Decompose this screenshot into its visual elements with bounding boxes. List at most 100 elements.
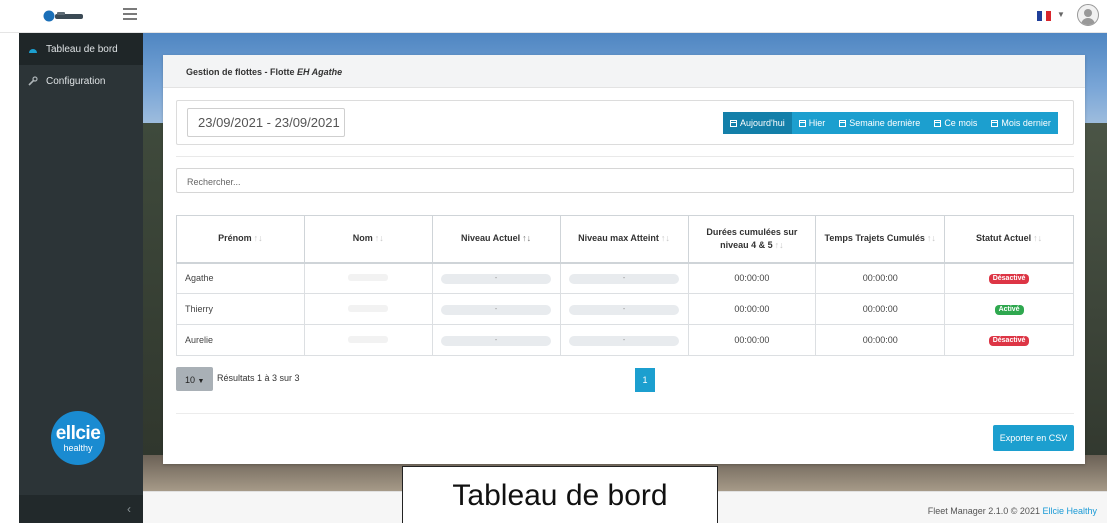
cell-niveau-actuel: - (431, 293, 561, 325)
cell-prenom: Agathe (176, 262, 305, 294)
status-badge: Désactivé (988, 274, 1030, 285)
user-avatar-icon[interactable] (1077, 4, 1099, 26)
column-header-nom[interactable]: Nom ↑↓ (303, 215, 433, 264)
caret-down-icon: ▼ (197, 378, 205, 385)
cell-nom (303, 262, 433, 294)
table-header-row: Prénom ↑↓ Nom ↑↓ Niveau Actuel ↑↓ Niveau ma… (176, 215, 1074, 264)
page-size-value: 10 (185, 375, 196, 385)
period-button-yesterday[interactable]: Hier (792, 112, 833, 134)
sort-icon[interactable]: ↑↓ (775, 240, 784, 250)
column-header-niveau-max[interactable]: Niveau max Atteint ↑↓ (559, 215, 689, 264)
logo-text: ellcie (55, 423, 101, 444)
divider (176, 413, 1074, 414)
cell-niveau-max: - (559, 262, 689, 294)
period-button-group: Aujourd'hui Hier Semaine dernière Ce moi… (723, 112, 1058, 134)
page-title: Gestion de flottes - Flotte EH Agathe (186, 67, 342, 77)
period-label: Semaine dernière (849, 118, 921, 128)
date-range-input[interactable]: 23/09/2021 - 23/09/2021 (187, 108, 345, 137)
cell-temps: 00:00:00 (815, 324, 946, 356)
app-logo-icon[interactable] (43, 9, 85, 23)
sidebar-item-dashboard[interactable]: Tableau de bord (19, 33, 143, 65)
dashboard-icon (27, 43, 39, 55)
calendar-icon (934, 119, 942, 127)
level-bar: - (441, 274, 552, 285)
level-bar: - (441, 305, 552, 315)
menu-toggle-icon[interactable] (123, 8, 137, 22)
cell-temps: 00:00:00 (815, 293, 946, 325)
fleet-card: Gestion de flottes - Flotte EH Agathe 23… (163, 55, 1085, 464)
cell-niveau-max: - (559, 324, 689, 356)
period-button-last-month[interactable]: Mois dernier (984, 112, 1058, 134)
period-button-today[interactable]: Aujourd'hui (723, 112, 792, 134)
footer-text: Fleet Manager 2.1.0 © 2021 Ellcie Health… (928, 506, 1097, 516)
cell-nom (303, 293, 433, 325)
ellcie-healthy-logo: ellcie healthy (51, 411, 105, 465)
column-label: Statut Actuel (975, 233, 1032, 244)
cell-temps: 00:00:00 (815, 262, 946, 294)
level-bar: - (441, 336, 552, 346)
cell-prenom: Thierry (176, 293, 305, 325)
table-row[interactable]: Agathe - - 00:00:00 00:00:00 Désactivé (176, 262, 1074, 294)
sort-icon[interactable]: ↑↓ (375, 233, 384, 243)
column-header-temps-trajets[interactable]: Temps Trajets Cumulés ↑↓ (815, 215, 946, 264)
column-header-niveau-actuel[interactable]: Niveau Actuel ↑↓ (431, 215, 561, 264)
period-button-this-month[interactable]: Ce mois (927, 112, 984, 134)
sidebar-item-configuration[interactable]: Configuration (19, 65, 143, 97)
wrench-icon (27, 75, 39, 87)
sidebar: Tableau de bord Configuration ellcie hea… (19, 33, 143, 523)
french-flag-icon[interactable] (1037, 11, 1052, 21)
card-header: Gestion de flottes - Flotte EH Agathe (163, 55, 1085, 88)
level-bar: - (569, 274, 680, 285)
logo-subtext: healthy (63, 443, 93, 453)
sort-icon[interactable]: ↑↓ (661, 233, 670, 243)
footer-brand-link[interactable]: Ellcie Healthy (1042, 506, 1097, 516)
cell-niveau-actuel: - (431, 262, 561, 294)
cell-niveau-actuel: - (431, 324, 561, 356)
cell-durees: 00:00:00 (687, 262, 817, 294)
column-header-statut[interactable]: Statut Actuel ↑↓ (944, 215, 1074, 264)
cell-prenom: Aurelie (176, 324, 305, 356)
column-label: Temps Trajets Cumulés (824, 233, 925, 244)
status-badge: Activé (994, 305, 1024, 315)
caption-label: Tableau de bord (402, 466, 718, 523)
footer-version: Fleet Manager 2.1.0 © 2021 (927, 506, 1040, 516)
sort-icon[interactable]: ↑↓ (927, 233, 936, 243)
table-row[interactable]: Aurelie - - 00:00:00 00:00:00 Désactivé (176, 324, 1074, 356)
cell-nom (303, 324, 433, 356)
column-label: Nom (352, 233, 373, 244)
period-button-last-week[interactable]: Semaine dernière (832, 112, 927, 134)
cell-statut: Désactivé (944, 324, 1074, 356)
page-size-select[interactable]: 10 ▼ (176, 367, 213, 391)
level-bar: - (569, 305, 680, 315)
level-bar: - (569, 336, 680, 346)
sort-icon[interactable]: ↑↓ (1033, 233, 1042, 243)
page-button-1[interactable]: 1 (635, 368, 655, 392)
period-label: Ce mois (944, 118, 978, 128)
sidebar-collapse-button[interactable]: ‹ (19, 495, 143, 523)
date-filter-panel: 23/09/2021 - 23/09/2021 Aujourd'hui Hier… (176, 100, 1074, 145)
column-label: Niveau Actuel (460, 233, 521, 244)
sidebar-item-label: Configuration (46, 75, 106, 87)
sort-icon[interactable]: ↑↓ (254, 233, 263, 243)
cell-statut: Activé (944, 293, 1074, 325)
search-input[interactable]: Rechercher... (176, 168, 1074, 193)
cell-niveau-max: - (559, 293, 689, 325)
sort-icon[interactable]: ↑↓ (522, 233, 531, 243)
fleet-name: EH Agathe (297, 67, 343, 77)
drivers-table: Prénom ↑↓ Nom ↑↓ Niveau Actuel ↑↓ Niveau ma… (176, 215, 1074, 356)
calendar-icon (991, 119, 999, 127)
export-csv-button[interactable]: Exporter en CSV (993, 425, 1074, 451)
column-header-durees[interactable]: Durées cumulées sur niveau 4 & 5 ↑↓ (687, 215, 817, 264)
language-dropdown-caret-icon[interactable]: ▼ (1057, 10, 1065, 19)
column-label: Prénom (218, 233, 252, 244)
column-header-prenom[interactable]: Prénom ↑↓ (176, 215, 305, 264)
column-label: Niveau max Atteint (578, 233, 659, 244)
period-label: Hier (808, 118, 826, 128)
table-row[interactable]: Thierry - - 00:00:00 00:00:00 Activé (176, 293, 1074, 325)
top-bar: ▼ (0, 0, 1107, 33)
period-label: Mois dernier (1001, 118, 1051, 128)
cell-durees: 00:00:00 (687, 293, 817, 325)
cell-statut: Désactivé (944, 262, 1074, 294)
calendar-icon (798, 119, 806, 127)
column-label: Durées cumulées sur niveau 4 & 5 (706, 226, 798, 250)
